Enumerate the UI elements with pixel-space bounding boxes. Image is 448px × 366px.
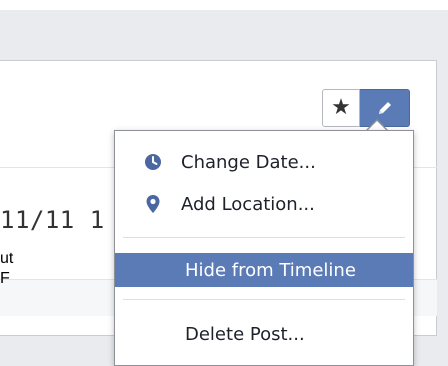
pencil-icon — [378, 102, 391, 114]
menu-separator — [123, 299, 405, 300]
menu-item-label: Hide from Timeline — [185, 259, 356, 281]
page-top-band — [0, 0, 448, 10]
menu-item-delete-post[interactable]: Delete Post... — [115, 317, 413, 351]
menu-item-label: Change Date... — [181, 151, 316, 173]
post-date[interactable]: 11/11 1 — [0, 206, 105, 234]
menu-item-change-date[interactable]: Change Date... — [115, 145, 413, 179]
star-button[interactable]: ★ — [322, 89, 360, 127]
menu-separator — [123, 237, 405, 238]
map-pin-icon — [143, 194, 163, 214]
clock-icon — [143, 152, 163, 172]
menu-item-label: Delete Post... — [185, 323, 305, 345]
edit-dropdown-menu: Change Date... Add Location... Hide from… — [114, 130, 414, 366]
menu-item-add-location[interactable]: Add Location... — [115, 187, 413, 221]
star-icon: ★ — [331, 95, 351, 120]
menu-item-label: Add Location... — [181, 193, 315, 215]
post-body-text: ut — [0, 250, 14, 267]
menu-item-hide-from-timeline[interactable]: Hide from Timeline — [115, 253, 413, 287]
post-body-text-2: F — [0, 270, 10, 287]
